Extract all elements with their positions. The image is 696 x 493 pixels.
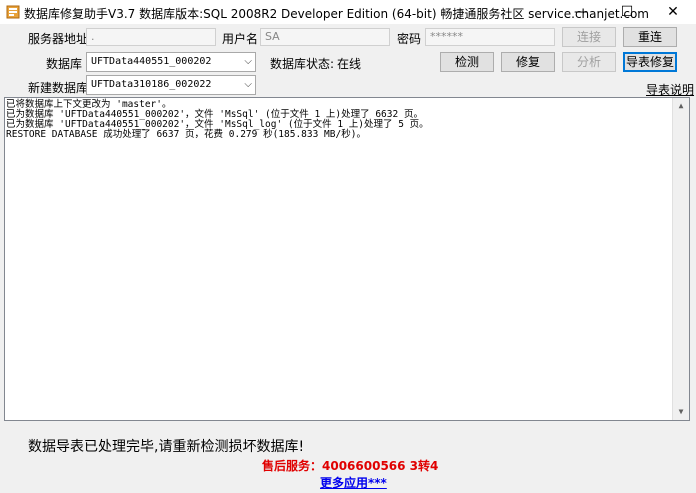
vertical-scrollbar[interactable]: ▲ ▼ <box>672 98 689 420</box>
database-select-value: UFTData440551_000202 <box>91 56 212 67</box>
database-label: 数据库 <box>46 57 83 71</box>
log-output[interactable]: 已将数据库上下文更改为 'master'。 已为数据库 'UFTData4405… <box>4 97 690 421</box>
log-line: RESTORE DATABASE 成功处理了 6637 页，花费 0.279 秒… <box>6 129 366 140</box>
password-label: 密码 <box>397 32 422 46</box>
username-label: 用户名 <box>222 32 259 46</box>
database-status-value: 在线 <box>337 57 362 71</box>
username-input[interactable]: SA <box>260 28 390 46</box>
chevron-down-icon: ⌵ <box>244 79 252 90</box>
scroll-down-icon[interactable]: ▼ <box>673 404 689 420</box>
repair-button[interactable]: 修复 <box>501 52 555 72</box>
reconnect-button[interactable]: 重连 <box>623 27 677 47</box>
new-database-select-value: UFTData310186_002022 <box>91 79 212 90</box>
chevron-down-icon: ⌵ <box>244 56 252 67</box>
minimize-button[interactable]: — <box>558 0 604 24</box>
window-title: 数据库修复助手V3.7 数据库版本:SQL 2008R2 Developer E… <box>24 7 649 21</box>
title-bar[interactable]: 数据库修复助手V3.7 数据库版本:SQL 2008R2 Developer E… <box>0 0 696 24</box>
maximize-button[interactable]: ☐ <box>604 0 650 24</box>
new-database-label: 新建数据库 <box>28 81 89 95</box>
scroll-up-icon[interactable]: ▲ <box>673 98 689 114</box>
close-button[interactable]: ✕ <box>650 0 696 24</box>
password-input[interactable]: ****** <box>425 28 555 46</box>
database-tool-icon <box>6 5 20 19</box>
export-repair-button[interactable]: 导表修复 <box>623 52 677 72</box>
more-apps-link[interactable]: 更多应用*** <box>320 474 387 491</box>
app-window: 数据库修复助手V3.7 数据库版本:SQL 2008R2 Developer E… <box>0 0 696 493</box>
database-status-label: 数据库状态: <box>270 57 335 71</box>
database-select[interactable]: UFTData440551_000202 ⌵ <box>86 52 256 72</box>
check-button[interactable]: 检测 <box>440 52 494 72</box>
support-hotline: 售后服务：4006600566 3转4 <box>262 459 439 473</box>
analyze-button[interactable]: 分析 <box>562 52 616 72</box>
server-address-label: 服务器地址 <box>28 32 89 46</box>
status-message: 数据导表已处理完毕,请重新检测损坏数据库! <box>28 439 305 455</box>
new-database-select[interactable]: UFTData310186_002022 ⌵ <box>86 75 256 95</box>
server-address-input[interactable]: . <box>86 28 216 46</box>
connect-button[interactable]: 连接 <box>562 27 616 47</box>
export-help-link[interactable]: 导表说明 <box>646 81 694 98</box>
